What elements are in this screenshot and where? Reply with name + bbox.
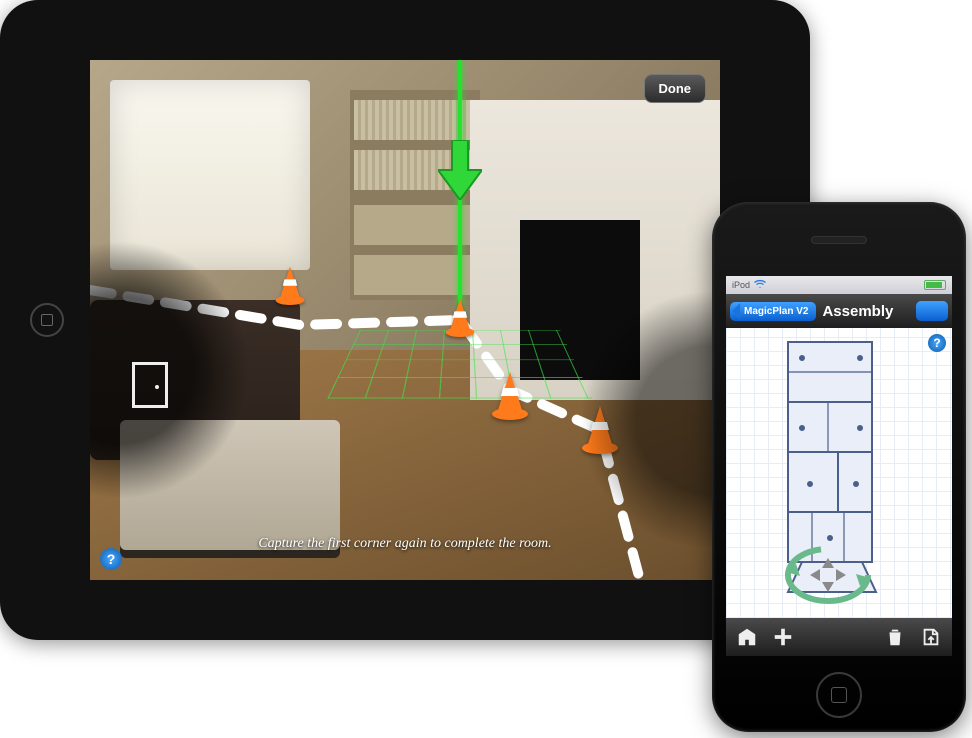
- nav-bar: MagicPlan V2 Assembly: [726, 294, 952, 328]
- ar-cone-marker: [444, 297, 476, 337]
- ar-down-arrow-icon: [438, 140, 482, 200]
- export-icon[interactable]: [920, 626, 942, 648]
- ipad-home-button[interactable]: [30, 303, 64, 337]
- ar-cone-marker: [490, 370, 530, 420]
- ar-floor-grid: [327, 330, 592, 398]
- wifi-icon: [754, 279, 766, 291]
- rotate-handle-icon[interactable]: [780, 540, 876, 610]
- help-button[interactable]: ?: [928, 334, 946, 352]
- instruction-text: Capture the first corner again to comple…: [258, 536, 551, 552]
- bottom-toolbar: [726, 618, 952, 656]
- help-button[interactable]: ?: [100, 548, 122, 570]
- back-button[interactable]: MagicPlan V2: [730, 302, 816, 321]
- nav-right-button[interactable]: [916, 301, 948, 321]
- nav-title: Assembly: [822, 303, 910, 320]
- ipad-device: Done Capture the first corner again to c…: [0, 0, 810, 640]
- add-icon[interactable]: [772, 626, 794, 648]
- ipad-screen: Done Capture the first corner again to c…: [90, 60, 720, 580]
- device-label: iPod: [732, 280, 750, 290]
- iphone-screen: iPod MagicPlan V2 Assembly ?: [726, 276, 952, 656]
- battery-icon: [924, 280, 946, 290]
- trash-icon[interactable]: [884, 626, 906, 648]
- status-bar: iPod: [726, 276, 952, 294]
- iphone-home-button[interactable]: [816, 672, 862, 718]
- door-icon[interactable]: [132, 362, 168, 408]
- vignette-left: [90, 240, 250, 500]
- floorplan-canvas[interactable]: ?: [726, 328, 952, 618]
- vignette-right: [580, 290, 720, 550]
- iphone-speaker: [811, 236, 867, 244]
- done-button[interactable]: Done: [644, 74, 707, 103]
- iphone-device: iPod MagicPlan V2 Assembly ?: [712, 202, 966, 732]
- capture-room-icon[interactable]: [736, 626, 758, 648]
- ar-cone-marker: [274, 265, 306, 305]
